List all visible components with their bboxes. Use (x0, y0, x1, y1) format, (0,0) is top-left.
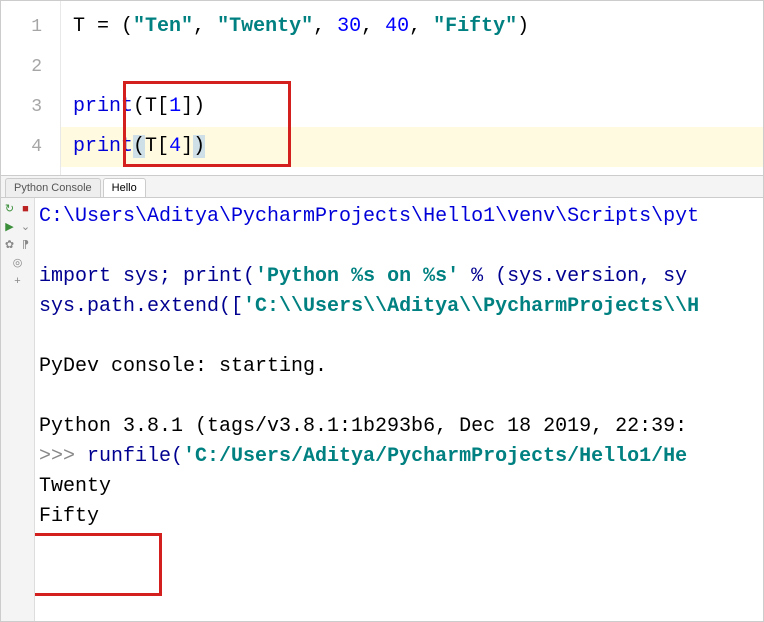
scroll-icon[interactable]: ◎ (11, 256, 25, 270)
console-pane: ↻ ■ ▶ ⌄ ✿ ⁋ ◎ + C:\Users\Aditya\PycharmP… (1, 198, 763, 621)
console-output-line: Twenty (39, 472, 759, 502)
debug-icon[interactable]: ⌄ (19, 220, 33, 234)
tab-python-console[interactable]: Python Console (5, 178, 101, 197)
code-line[interactable] (61, 47, 763, 87)
console-output[interactable]: C:\Users\Aditya\PycharmProjects\Hello1\v… (35, 198, 763, 621)
console-prompt: >>> (39, 445, 87, 468)
console-output-line: Fifty (39, 502, 759, 532)
console-path: C:\Users\Aditya\PycharmProjects\Hello1\v… (39, 205, 699, 228)
tab-hello[interactable]: Hello (103, 178, 146, 197)
console-text: PyDev console: starting. (39, 352, 759, 382)
add-icon[interactable]: + (11, 274, 25, 288)
rerun-icon[interactable]: ↻ (3, 202, 17, 216)
editor-pane: 1 2 3 4 T = ("Ten", "Twenty", 30, 40, "F… (1, 1, 763, 176)
line-number: 1 (1, 7, 60, 47)
stop-icon[interactable]: ■ (19, 202, 33, 216)
line-gutter: 1 2 3 4 (1, 1, 61, 175)
console-toolbar: ↻ ■ ▶ ⌄ ✿ ⁋ ◎ + (1, 198, 35, 621)
code-area[interactable]: T = ("Ten", "Twenty", 30, 40, "Fifty") p… (61, 1, 763, 175)
line-number: 4 (1, 127, 60, 167)
tool-window-tabs: Python Console Hello (1, 176, 763, 198)
softwrap-icon[interactable]: ⁋ (19, 238, 33, 252)
line-number: 2 (1, 47, 60, 87)
annotation-box (35, 533, 162, 596)
code-line[interactable]: print(T[1]) (61, 87, 763, 127)
settings-icon[interactable]: ✿ (3, 238, 17, 252)
console-text: Python 3.8.1 (tags/v3.8.1:1b293b6, Dec 1… (39, 412, 759, 442)
line-number: 3 (1, 87, 60, 127)
code-line[interactable]: T = ("Ten", "Twenty", 30, 40, "Fifty") (61, 7, 763, 47)
run-icon[interactable]: ▶ (3, 220, 17, 234)
code-line[interactable]: print(T[4]) (61, 127, 763, 167)
